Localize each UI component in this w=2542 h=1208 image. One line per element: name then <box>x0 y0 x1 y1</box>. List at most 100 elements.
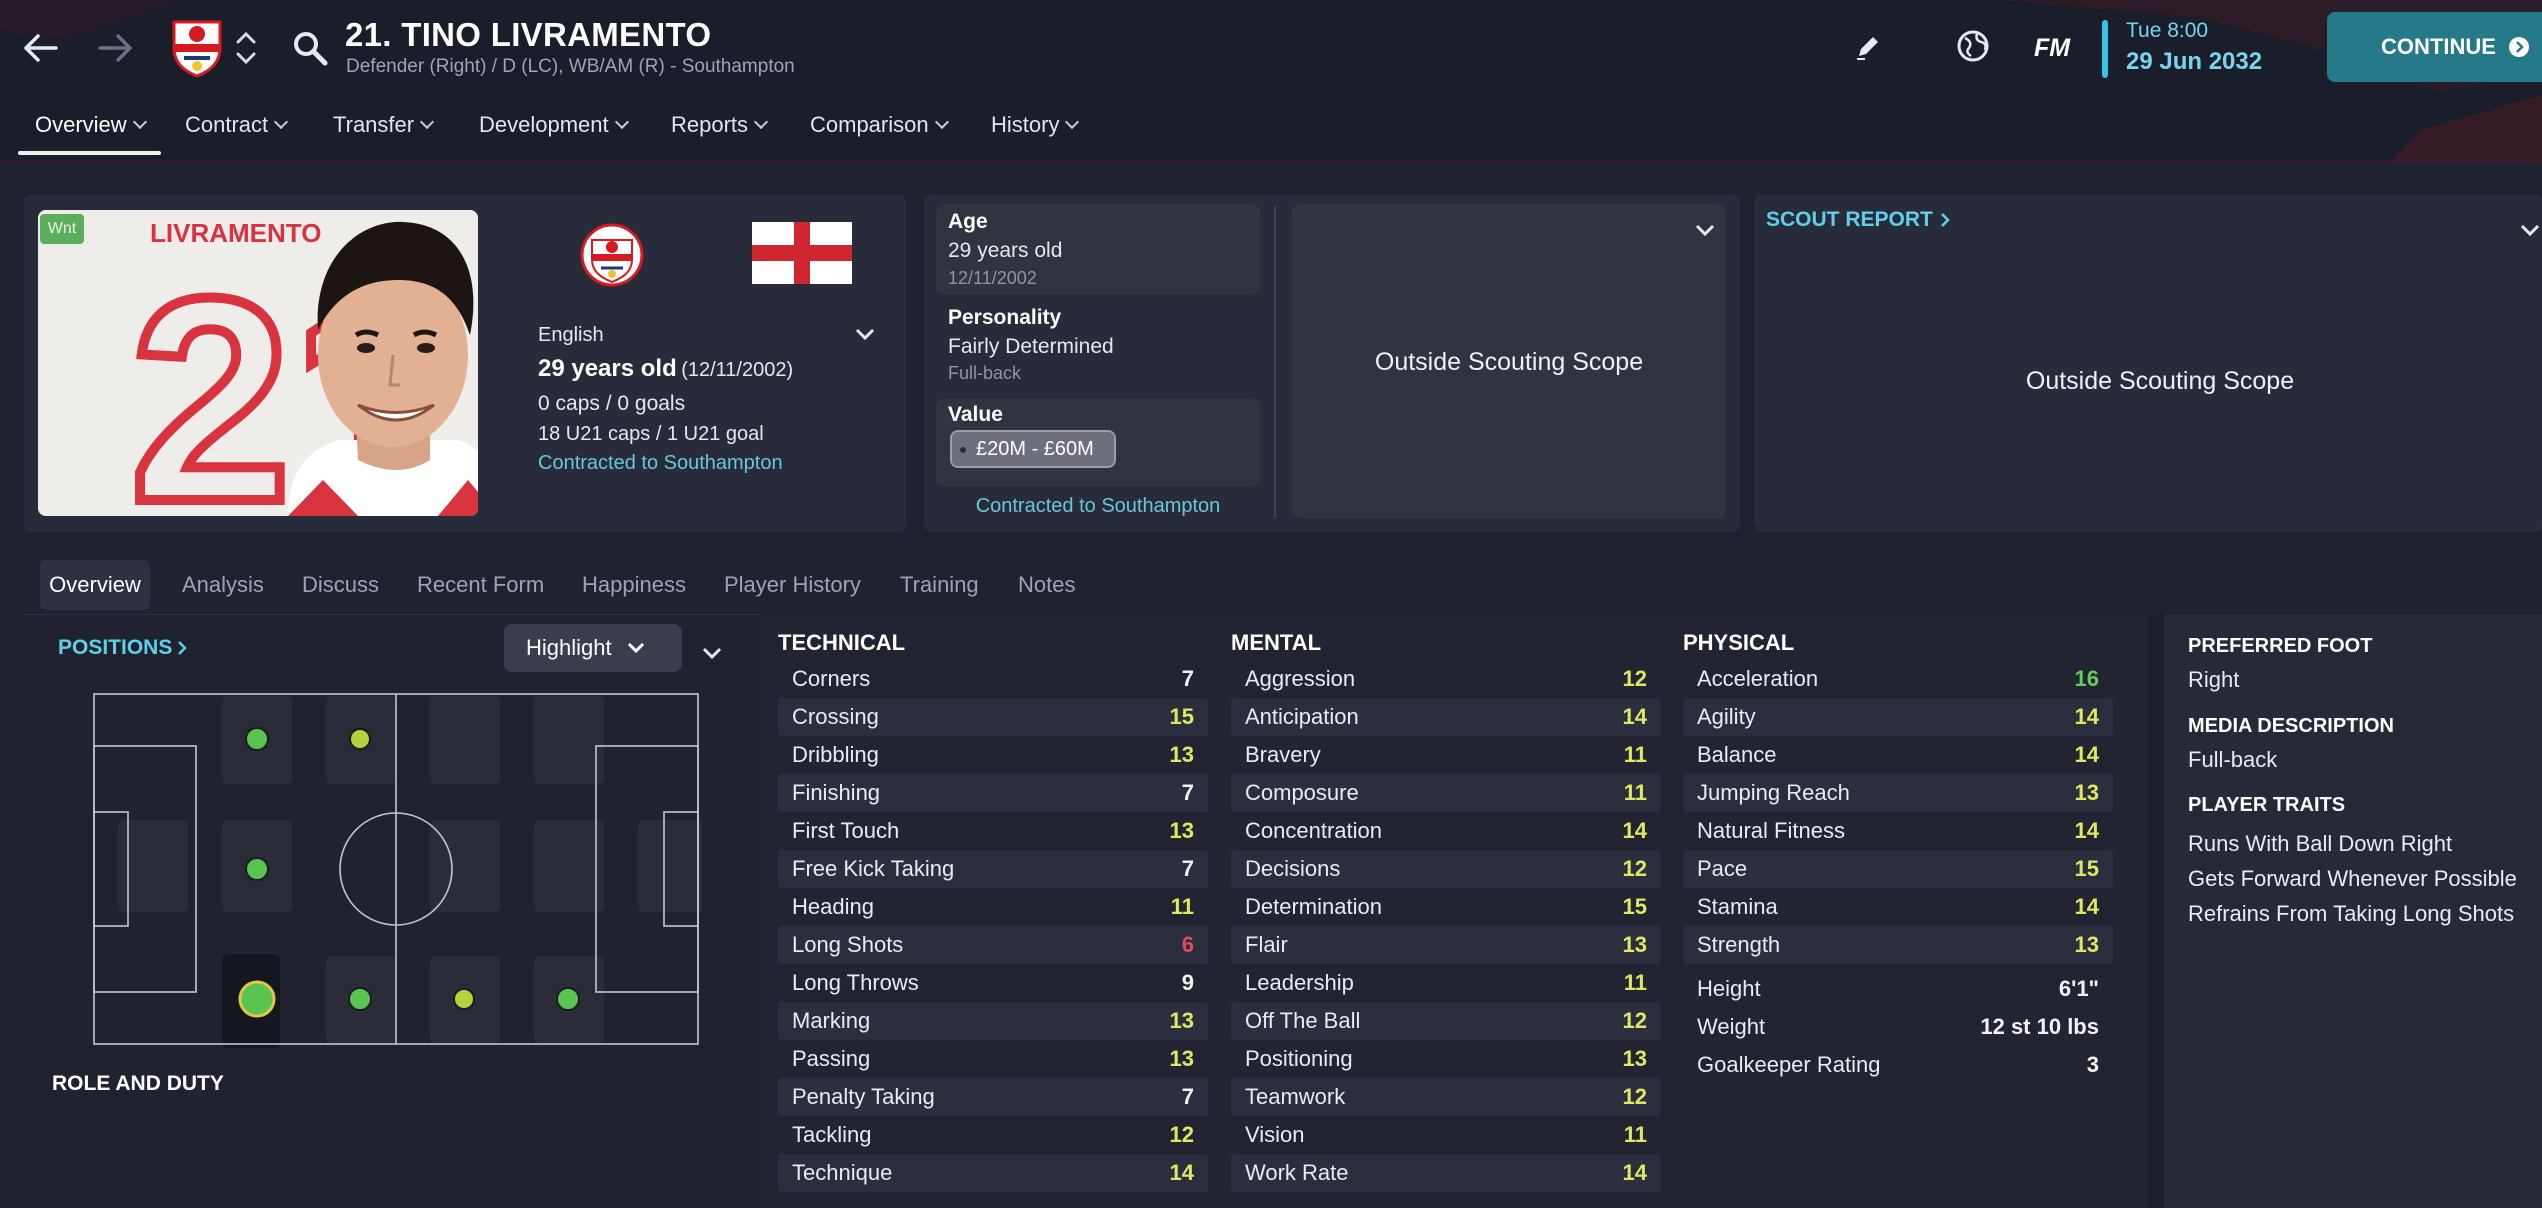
subtab-recent-form[interactable]: Recent Form <box>417 572 544 598</box>
player-title: 21. TINO LIVRAMENTO <box>345 16 712 53</box>
attribute-name: Finishing <box>792 780 881 805</box>
attribute-name: Flair <box>1245 932 1288 957</box>
attribute-value: 11 <box>1170 894 1194 919</box>
mental-attribute-row[interactable]: Work Rate 14 <box>1231 1154 1661 1192</box>
tab-reports[interactable]: Reports <box>671 112 769 138</box>
technical-attribute-row[interactable]: Heading 11 <box>778 888 1208 926</box>
mental-attribute-row[interactable]: Leadership 11 <box>1231 964 1661 1002</box>
forward-button[interactable] <box>86 18 146 78</box>
nation-flag-icon[interactable] <box>752 222 852 284</box>
media-description-title: MEDIA DESCRIPTION <box>2188 715 2394 737</box>
mental-attribute-row[interactable]: Aggression 12 <box>1231 660 1661 698</box>
tab-overview[interactable]: Overview <box>35 112 147 138</box>
mental-attribute-row[interactable]: Concentration 14 <box>1231 812 1661 850</box>
search-button[interactable] <box>292 30 328 66</box>
physical-attribute-row[interactable]: Acceleration 16 <box>1683 660 2113 698</box>
attribute-name: Composure <box>1245 780 1359 805</box>
technical-attribute-row[interactable]: Passing 13 <box>778 1040 1208 1078</box>
mental-attribute-row[interactable]: Teamwork 12 <box>1231 1078 1661 1116</box>
subtab-training[interactable]: Training <box>900 572 979 598</box>
subtab-happiness[interactable]: Happiness <box>582 572 686 598</box>
personality-value: Fairly Determined <box>948 335 1114 358</box>
highlight-dropdown[interactable]: Highlight <box>504 624 682 672</box>
physical-attribute-row[interactable]: Natural Fitness 14 <box>1683 812 2113 850</box>
attribute-name: Stamina <box>1697 894 1778 919</box>
contract-link[interactable]: Contracted to Southampton <box>538 452 783 475</box>
player-switcher[interactable] <box>234 28 258 68</box>
subtab-analysis[interactable]: Analysis <box>182 572 264 598</box>
technical-attribute-row[interactable]: Finishing 7 <box>778 774 1208 812</box>
technical-attribute-row[interactable]: Crossing 15 <box>778 698 1208 736</box>
physical-attribute-row[interactable]: Stamina 14 <box>1683 888 2113 926</box>
club-crest-icon[interactable] <box>170 18 224 78</box>
info-contract-link[interactable]: Contracted to Southampton <box>936 495 1260 518</box>
value-range-badge: £20M - £60M <box>950 430 1116 468</box>
positions-link[interactable]: POSITIONS <box>58 636 188 660</box>
club-badge-icon[interactable] <box>579 222 645 288</box>
technical-attribute-row[interactable]: Long Throws 9 <box>778 964 1208 1002</box>
technical-attribute-row[interactable]: First Touch 13 <box>778 812 1208 850</box>
continue-button[interactable]: CONTINUE <box>2327 12 2542 82</box>
technical-attribute-row[interactable]: Technique 14 <box>778 1154 1208 1192</box>
physical-attribute-row[interactable]: Agility 14 <box>1683 698 2113 736</box>
technical-attribute-row[interactable]: Marking 13 <box>778 1002 1208 1040</box>
mental-attribute-row[interactable]: Bravery 11 <box>1231 736 1661 774</box>
attribute-value: 14 <box>1622 818 1647 843</box>
subtab-discuss[interactable]: Discuss <box>302 572 379 598</box>
mental-attribute-row[interactable]: Decisions 12 <box>1231 850 1661 888</box>
mental-attribute-row[interactable]: Anticipation 14 <box>1231 698 1661 736</box>
subtab-notes[interactable]: Notes <box>1018 572 1075 598</box>
technical-attribute-row[interactable]: Tackling 12 <box>778 1116 1208 1154</box>
status-badge[interactable]: Wnt <box>40 214 84 244</box>
chevron-down-icon <box>702 647 722 660</box>
info-value: 3 <box>2086 1052 2099 1077</box>
technical-attribute-row[interactable]: Long Shots 6 <box>778 926 1208 964</box>
mental-attribute-row[interactable]: Flair 13 <box>1231 926 1661 964</box>
scout-dropdown-button[interactable] <box>2518 218 2542 242</box>
attribute-value: 14 <box>1622 704 1647 729</box>
technical-attribute-row[interactable]: Corners 7 <box>778 660 1208 698</box>
technical-attribute-row[interactable]: Penalty Taking 7 <box>778 1078 1208 1116</box>
mental-attribute-row[interactable]: Determination 15 <box>1231 888 1661 926</box>
info-value: 12 st 10 lbs <box>1980 1014 2099 1039</box>
edit-button[interactable] <box>1853 32 1883 62</box>
tab-history[interactable]: History <box>991 112 1080 138</box>
tab-development[interactable]: Development <box>479 112 629 138</box>
attribute-value: 7 <box>1181 1084 1194 1109</box>
mental-attribute-row[interactable]: Composure 11 <box>1231 774 1661 812</box>
fm-menu-button[interactable]: FM <box>2034 34 2070 63</box>
attribute-value: 11 <box>1623 780 1647 805</box>
technical-attribute-row[interactable]: Dribbling 13 <box>778 736 1208 774</box>
mental-attribute-row[interactable]: Vision 11 <box>1231 1116 1661 1154</box>
scout-report-link[interactable]: SCOUT REPORT <box>1766 208 1951 232</box>
trait-item[interactable]: Gets Forward Whenever Possible <box>2188 866 2517 892</box>
world-button[interactable] <box>1955 28 1991 64</box>
physical-attribute-row[interactable]: Balance 14 <box>1683 736 2113 774</box>
tab-transfer[interactable]: Transfer <box>333 112 435 138</box>
mental-attribute-row[interactable]: Off The Ball 12 <box>1231 1002 1661 1040</box>
tab-comparison[interactable]: Comparison <box>810 112 949 138</box>
report-dropdown-button[interactable] <box>1693 218 1717 242</box>
physical-attribute-row[interactable]: Strength 13 <box>1683 926 2113 964</box>
trait-item[interactable]: Runs With Ball Down Right <box>2188 831 2452 857</box>
tab-contract[interactable]: Contract <box>185 112 289 138</box>
physical-info-row: Weight 12 st 10 lbs <box>1683 1008 2113 1046</box>
preferred-foot-value: Right <box>2188 667 2240 692</box>
player-traits-title: PLAYER TRAITS <box>2188 794 2346 816</box>
technical-attribute-row[interactable]: Free Kick Taking 7 <box>778 850 1208 888</box>
attribute-name: Teamwork <box>1245 1084 1346 1109</box>
mental-attribute-row[interactable]: Positioning 13 <box>1231 1040 1661 1078</box>
globe-icon <box>1957 30 1989 62</box>
attribute-value: 14 <box>2074 742 2099 767</box>
positions-dropdown-button[interactable] <box>700 641 724 665</box>
subtab-overview[interactable]: Overview <box>40 560 150 610</box>
attribute-value: 9 <box>1181 970 1194 995</box>
back-button[interactable] <box>10 18 70 78</box>
mental-title: MENTAL <box>1231 630 1322 655</box>
pitch-diagram[interactable] <box>90 690 702 1052</box>
trait-item[interactable]: Refrains From Taking Long Shots <box>2188 901 2514 927</box>
subtab-player-history[interactable]: Player History <box>724 572 861 598</box>
physical-attribute-row[interactable]: Jumping Reach 13 <box>1683 774 2113 812</box>
profile-expand-button[interactable] <box>853 322 877 346</box>
physical-attribute-row[interactable]: Pace 15 <box>1683 850 2113 888</box>
